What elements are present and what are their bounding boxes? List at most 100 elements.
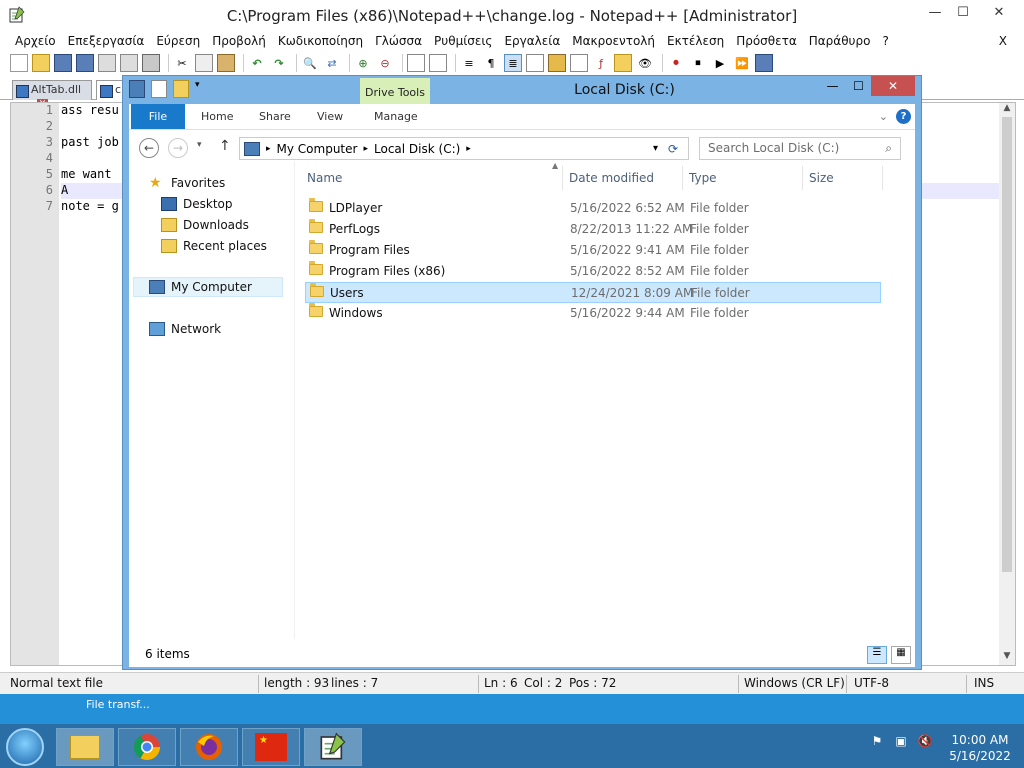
- breadcrumb-local-disk[interactable]: Local Disk (C:): [374, 142, 460, 156]
- record-macro-icon[interactable]: ⏺: [667, 54, 685, 72]
- explorer-close-button[interactable]: ✕: [871, 76, 915, 96]
- file-transfer-label[interactable]: File transf...: [86, 698, 150, 711]
- explorer-maximize-button[interactable]: ☐: [845, 76, 872, 96]
- nav-recent-places[interactable]: Recent places: [161, 236, 267, 256]
- ribbon-tab-home[interactable]: Home: [201, 104, 233, 129]
- column-divider[interactable]: [682, 166, 683, 190]
- menu-tools[interactable]: Εργαλεία: [499, 32, 567, 50]
- npp-close-button[interactable]: ✕: [984, 0, 1014, 24]
- nav-favorites[interactable]: ★ Favorites: [149, 173, 225, 193]
- menu-encoding[interactable]: Κωδικοποίηση: [273, 32, 370, 50]
- tab-alttab-dll[interactable]: AltTab.dll ✕: [12, 80, 92, 110]
- menu-edit[interactable]: Επεξεργασία: [63, 32, 152, 50]
- scroll-down-icon[interactable]: ▼: [999, 651, 1015, 665]
- column-header-name[interactable]: Name: [307, 171, 342, 185]
- menu-window[interactable]: Παράθυρο: [804, 32, 878, 50]
- ribbon-tab-file[interactable]: File: [131, 104, 185, 129]
- breadcrumb-my-computer[interactable]: My Computer: [277, 142, 358, 156]
- undo-icon[interactable]: ↶: [248, 54, 266, 72]
- function-list-icon[interactable]: ƒ: [592, 54, 610, 72]
- ribbon-tab-manage[interactable]: Manage: [374, 104, 418, 129]
- npp-maximize-button[interactable]: ☐: [948, 0, 978, 24]
- scroll-up-icon[interactable]: ▲: [999, 103, 1015, 117]
- monitoring-icon[interactable]: 👁: [636, 54, 654, 72]
- open-file-icon[interactable]: [32, 54, 50, 72]
- folder-workspace-icon[interactable]: [614, 54, 632, 72]
- scrollbar-thumb[interactable]: [1002, 117, 1012, 572]
- menu-view[interactable]: Προβολή: [207, 32, 273, 50]
- word-wrap-icon[interactable]: ≡: [460, 54, 478, 72]
- menu-settings[interactable]: Ρυθμίσεις: [429, 32, 499, 50]
- search-input[interactable]: Search Local Disk (C:) ⌕: [699, 137, 901, 160]
- expand-ribbon-icon[interactable]: ⌄: [879, 110, 888, 123]
- stop-macro-icon[interactable]: ⏹: [689, 54, 707, 72]
- taskbar-notepadpp[interactable]: [304, 728, 362, 766]
- taskbar-chrome[interactable]: [118, 728, 176, 766]
- menu-file[interactable]: Αρχείο: [10, 32, 63, 50]
- explorer-minimize-button[interactable]: —: [819, 76, 846, 96]
- column-divider[interactable]: [802, 166, 803, 190]
- save-macro-icon[interactable]: [755, 54, 773, 72]
- save-all-icon[interactable]: [76, 54, 94, 72]
- indent-guide-icon[interactable]: ≣: [504, 54, 522, 72]
- paste-icon[interactable]: [217, 54, 235, 72]
- breadcrumb-chevron-icon[interactable]: ▸: [466, 144, 471, 154]
- details-view-icon[interactable]: ☰: [867, 646, 887, 664]
- breadcrumb-chevron-icon[interactable]: ▸: [266, 144, 271, 154]
- doc-list-icon[interactable]: [570, 54, 588, 72]
- address-bar[interactable]: ▸ My Computer ▸ Local Disk (C:) ▸ ▾ ⟳: [239, 137, 689, 160]
- column-header-date[interactable]: Date modified: [569, 171, 654, 185]
- column-divider[interactable]: [562, 166, 563, 190]
- back-button[interactable]: ←: [139, 138, 159, 158]
- print-icon[interactable]: [142, 54, 160, 72]
- menu-language[interactable]: Γλώσσα: [370, 32, 429, 50]
- udl-icon[interactable]: [526, 54, 544, 72]
- network-tray-icon[interactable]: ▣: [892, 734, 910, 754]
- taskbar-file-explorer[interactable]: [56, 728, 114, 766]
- menu-plugins[interactable]: Πρόσθετα: [731, 32, 804, 50]
- ribbon-tab-view[interactable]: View: [317, 104, 343, 129]
- file-row-program-files-x86[interactable]: Program Files (x86) 5/16/2022 8:52 AM Fi…: [305, 261, 881, 282]
- file-row-windows[interactable]: Windows 5/16/2022 9:44 AM File folder: [305, 303, 881, 324]
- zoom-out-icon[interactable]: ⊖: [376, 54, 394, 72]
- file-row-program-files[interactable]: Program Files 5/16/2022 9:41 AM File fol…: [305, 240, 881, 261]
- sync-vertical-icon[interactable]: [407, 54, 425, 72]
- menu-macro[interactable]: Μακροεντολή: [567, 32, 662, 50]
- column-divider[interactable]: [882, 166, 883, 190]
- up-arrow-icon[interactable]: ↑: [219, 138, 231, 154]
- copy-icon[interactable]: [195, 54, 213, 72]
- start-button[interactable]: [6, 728, 44, 766]
- zoom-in-icon[interactable]: ⊕: [354, 54, 372, 72]
- large-icons-view-icon[interactable]: ▦: [891, 646, 911, 664]
- play-macro-icon[interactable]: ▶: [711, 54, 729, 72]
- forward-button[interactable]: →: [168, 138, 188, 158]
- editor-vertical-scrollbar[interactable]: ▲ ▼: [999, 103, 1015, 665]
- pane-splitter[interactable]: [294, 161, 295, 639]
- menu-run[interactable]: Εκτέλεση: [662, 32, 731, 50]
- find-icon[interactable]: 🔍: [301, 54, 319, 72]
- nav-my-computer[interactable]: My Computer: [133, 277, 283, 297]
- nav-network[interactable]: Network: [149, 319, 221, 339]
- menu-close-doc-button[interactable]: X: [994, 32, 1014, 50]
- column-header-size[interactable]: Size: [809, 171, 834, 185]
- volume-muted-icon[interactable]: 🔇: [916, 734, 934, 754]
- npp-minimize-button[interactable]: —: [920, 0, 950, 24]
- refresh-icon[interactable]: ⟳: [668, 142, 678, 156]
- redo-icon[interactable]: ↷: [270, 54, 288, 72]
- taskbar-firefox[interactable]: [180, 728, 238, 766]
- file-row-ldplayer[interactable]: LDPlayer 5/16/2022 6:52 AM File folder: [305, 198, 881, 219]
- save-icon[interactable]: [54, 54, 72, 72]
- taskbar-clock[interactable]: 10:00 AM 5/16/2022: [940, 732, 1020, 764]
- doc-map-icon[interactable]: [548, 54, 566, 72]
- replace-icon[interactable]: ⇄: [323, 54, 341, 72]
- close-all-icon[interactable]: [120, 54, 138, 72]
- close-icon[interactable]: [98, 54, 116, 72]
- address-dropdown-icon[interactable]: ▾: [653, 143, 658, 154]
- recent-locations-icon[interactable]: ▾: [197, 140, 202, 150]
- action-center-flag-icon[interactable]: ⚑: [868, 734, 886, 754]
- nav-downloads[interactable]: Downloads: [161, 215, 249, 235]
- help-icon[interactable]: ?: [896, 109, 911, 124]
- breadcrumb-chevron-icon[interactable]: ▸: [363, 144, 368, 154]
- taskbar-flag-app[interactable]: ★: [242, 728, 300, 766]
- menu-search[interactable]: Εύρεση: [151, 32, 207, 50]
